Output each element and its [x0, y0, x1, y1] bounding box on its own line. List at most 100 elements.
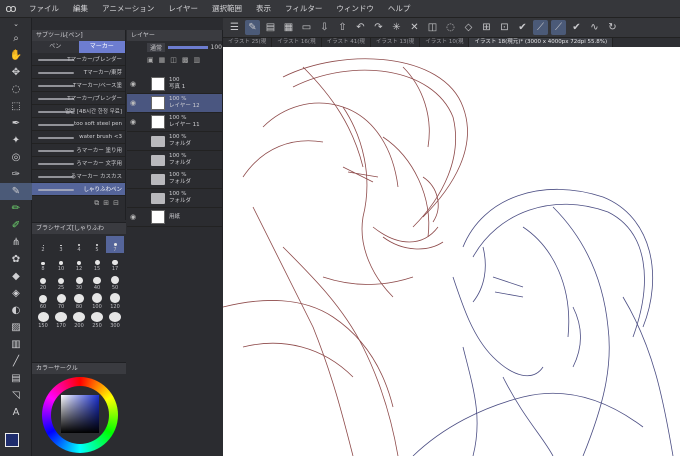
hand-tool-icon[interactable]: ✋: [0, 47, 32, 64]
eyedropper-tool-icon[interactable]: ✒: [0, 115, 32, 132]
eraser-tool-icon[interactable]: ◈: [0, 285, 32, 302]
folder-row[interactable]: 100 % フォルダ: [127, 170, 222, 189]
rotate-icon[interactable]: ↻: [605, 20, 620, 35]
brush-item[interactable]: Tマーカー/ベース塗: [32, 79, 125, 92]
brush-size-option[interactable]: 40: [88, 274, 106, 291]
pen-tool-icon[interactable]: ✎: [0, 183, 32, 200]
clear-icon[interactable]: ✕: [407, 20, 422, 35]
move-tool-icon[interactable]: ✥: [0, 64, 32, 81]
copy-subtool-icon[interactable]: ⧉: [94, 199, 99, 208]
delete-subtool-icon[interactable]: ⊟: [113, 199, 119, 208]
brush-size-option[interactable]: 15: [88, 255, 106, 272]
blend-mode-select[interactable]: 通常: [147, 42, 166, 52]
brush-size-option[interactable]: 17: [106, 255, 124, 272]
brush-size-option[interactable]: 20: [34, 274, 52, 291]
eye-icon[interactable]: ◉: [127, 213, 139, 221]
stroke-thin-icon[interactable]: ⟋: [533, 20, 548, 35]
brush-size-option[interactable]: 5: [88, 236, 106, 253]
stroke-curve-icon[interactable]: ∿: [587, 20, 602, 35]
tab-doc-18[interactable]: イラスト 18(現元)* (3000 x 4000px 72dpi 55.8%): [469, 38, 614, 47]
eye-icon[interactable]: ◉: [127, 80, 139, 88]
brush-size-option[interactable]: 50: [106, 274, 124, 291]
brush-size-option[interactable]: 250: [88, 312, 106, 329]
brush-tool-icon[interactable]: ✐: [0, 217, 32, 234]
tab-doc-41[interactable]: イラスト 41(現: [322, 38, 371, 47]
stroke-thick-icon[interactable]: ⟋: [551, 20, 566, 35]
brush-item[interactable]: water brush <3: [32, 131, 125, 144]
eye-icon[interactable]: ◉: [127, 118, 139, 126]
ruler-icon[interactable]: ◇: [461, 20, 476, 35]
folder-row[interactable]: 100 % フォルダ: [127, 132, 222, 151]
brush-size-option[interactable]: 30: [70, 274, 88, 291]
select-tool-icon[interactable]: ⬚: [0, 98, 32, 115]
stroke-check-2-icon[interactable]: ✔: [569, 20, 584, 35]
lasso-tool-icon[interactable]: ◌: [0, 81, 32, 98]
menu-filter[interactable]: フィルター: [278, 3, 329, 14]
layer-action-icons[interactable]: ▣▦◫▩▥: [127, 53, 222, 75]
zoom-tool-icon[interactable]: ⌕: [0, 30, 32, 47]
grid-icon[interactable]: ⊞: [479, 20, 494, 35]
stroke-check-icon[interactable]: ✔: [515, 20, 530, 35]
brush-item[interactable]: Tマーカー/ブレンダー: [32, 92, 125, 105]
transform-icon[interactable]: ⊡: [497, 20, 512, 35]
decoration-tool-icon[interactable]: ✿: [0, 251, 32, 268]
tab-doc-13[interactable]: イラスト 13(現: [371, 38, 421, 47]
menu-layer[interactable]: レイヤー: [161, 3, 205, 14]
frame-tool-icon[interactable]: ▤: [0, 370, 32, 387]
brush-size-option[interactable]: 100: [88, 293, 106, 310]
tab-doc-16[interactable]: イラスト 16(現: [272, 38, 322, 47]
brush-size-option[interactable]: 3: [52, 236, 70, 253]
brush-size-option[interactable]: 150: [34, 312, 52, 329]
gallery-icon[interactable]: ▦: [281, 20, 296, 35]
tab-pen[interactable]: ペン: [32, 41, 79, 53]
brush-item[interactable]: ろマーカー カスカス: [32, 170, 125, 183]
blend-tool-icon[interactable]: ◐: [0, 302, 32, 319]
brush-item[interactable]: Tマーカー/東芽: [32, 66, 125, 79]
blur-tool-icon[interactable]: ◎: [0, 149, 32, 166]
menu-animation[interactable]: アニメーション: [95, 3, 161, 14]
import-icon[interactable]: ⇩: [317, 20, 332, 35]
opacity-slider[interactable]: [168, 45, 208, 49]
paper-row[interactable]: ◉ 用紙: [127, 208, 222, 227]
fill-icon[interactable]: ◫: [425, 20, 440, 35]
brush-item[interactable]: too soft steel pen: [32, 118, 125, 131]
folder-row[interactable]: 100 % フォルダ: [127, 189, 222, 208]
brush-size-option[interactable]: 170: [52, 312, 70, 329]
undo-icon[interactable]: ↶: [353, 20, 368, 35]
brush-size-option[interactable]: 8: [34, 255, 52, 272]
marker-tool-icon[interactable]: ✑: [0, 166, 32, 183]
tab-marker[interactable]: マーカー: [78, 41, 125, 53]
brush-size-option[interactable]: 4: [70, 236, 88, 253]
eye-icon[interactable]: ◉: [127, 99, 139, 107]
saturation-value-square[interactable]: [61, 395, 99, 433]
layer-row-selected[interactable]: ◉ 100 % レイヤー 12: [127, 94, 222, 113]
ruler-tool-icon[interactable]: ◹: [0, 387, 32, 404]
brush-item[interactable]: ろマーカー 文字用: [32, 157, 125, 170]
menu-help[interactable]: ヘルプ: [381, 3, 418, 14]
menu-window[interactable]: ウィンドウ: [329, 3, 381, 14]
brush-item[interactable]: ろマーカー 塗り用: [32, 144, 125, 157]
line-tool-icon[interactable]: ╱: [0, 353, 32, 370]
gradient-tool-icon[interactable]: ▥: [0, 336, 32, 353]
watercolor-tool-icon[interactable]: ◆: [0, 268, 32, 285]
brush-size-option[interactable]: 10: [52, 255, 70, 272]
tab-doc-10[interactable]: イラスト 10(現: [420, 38, 470, 47]
drawing-canvas[interactable]: [223, 47, 680, 456]
brush-size-option[interactable]: 60: [34, 293, 52, 310]
folder-row[interactable]: 100 % フォルダ: [127, 151, 222, 170]
app-logo-icon[interactable]: ꝏ: [0, 2, 22, 15]
auto-select-tool-icon[interactable]: ✦: [0, 132, 32, 149]
brush-size-option[interactable]: 70: [52, 293, 70, 310]
airbrush-tool-icon[interactable]: ⋔: [0, 234, 32, 251]
menu-selection[interactable]: 選択範囲: [205, 3, 249, 14]
layer-row[interactable]: ◉ 100 % レイヤー 11: [127, 113, 222, 132]
pencil-tool-icon[interactable]: ✏: [0, 200, 32, 217]
layer-row[interactable]: ◉ 100 写真 1: [127, 75, 222, 94]
brush-size-option[interactable]: 7: [106, 236, 124, 253]
brush-size-option[interactable]: 25: [52, 274, 70, 291]
export-icon[interactable]: ⇧: [335, 20, 350, 35]
brush-size-option[interactable]: 200: [70, 312, 88, 329]
tab-doc-25[interactable]: イラスト 25(現: [223, 38, 273, 47]
brush-item[interactable]: 멀렌 [48시간 한정 무료]: [32, 105, 125, 118]
loading-icon[interactable]: ✳: [389, 20, 404, 35]
